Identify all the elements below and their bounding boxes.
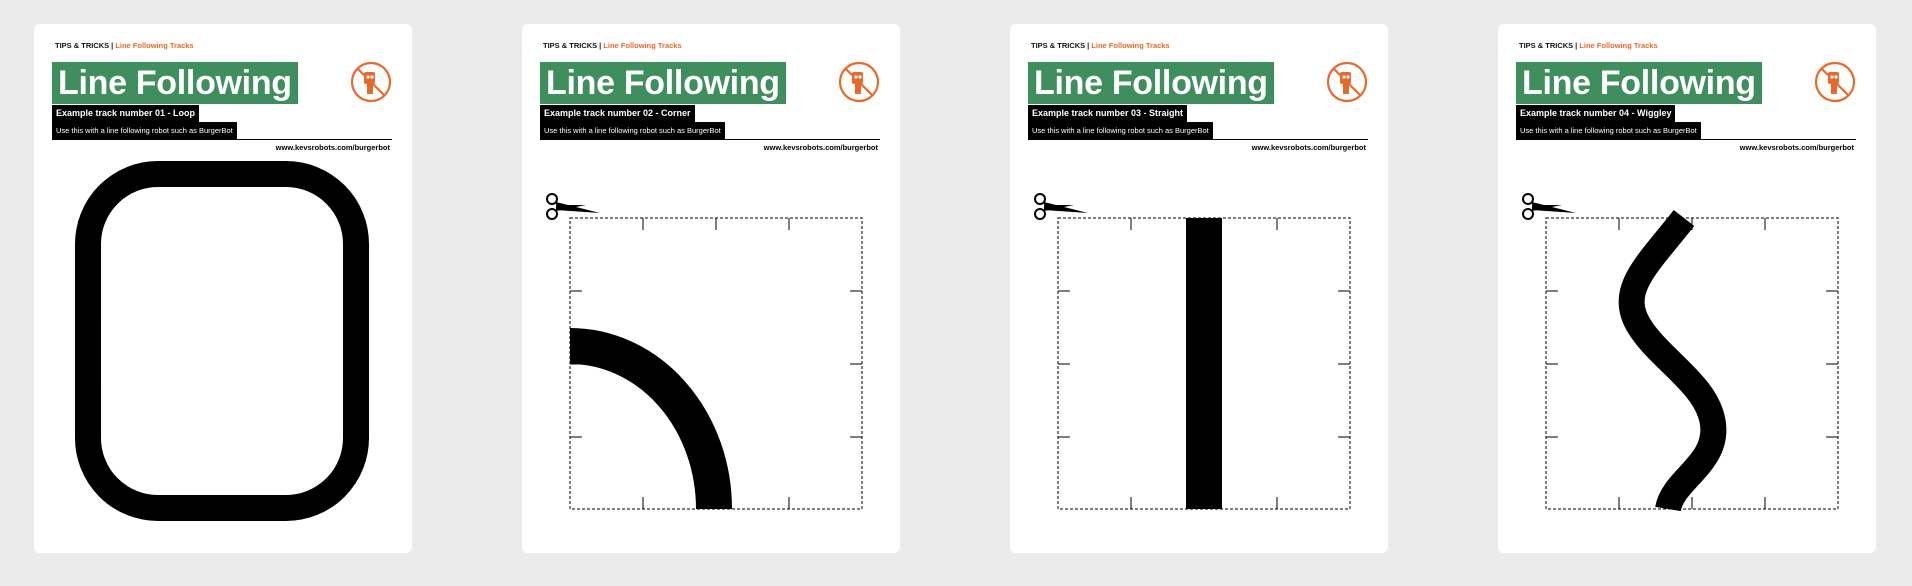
- scissors-icon: [546, 193, 600, 220]
- track-card-loop[interactable]: TIPS & TRICKS | Line Following Tracks Line…: [34, 24, 412, 553]
- track-wiggley: [1618, 209, 1727, 513]
- scissors-icon: [1522, 193, 1576, 220]
- track-loop: [75, 161, 369, 521]
- scissors-icon: [1034, 193, 1088, 220]
- track-card-wiggley[interactable]: TIPS & TRICKS | Line Following Tracks Line…: [1498, 24, 1876, 553]
- track-card-corner[interactable]: TIPS & TRICKS | Line Following Tracks Line…: [522, 24, 900, 553]
- track-corner: [569, 328, 732, 510]
- track-straight: [1186, 218, 1222, 509]
- track-card-straight[interactable]: TIPS & TRICKS | Line Following Tracks Line…: [1010, 24, 1388, 553]
